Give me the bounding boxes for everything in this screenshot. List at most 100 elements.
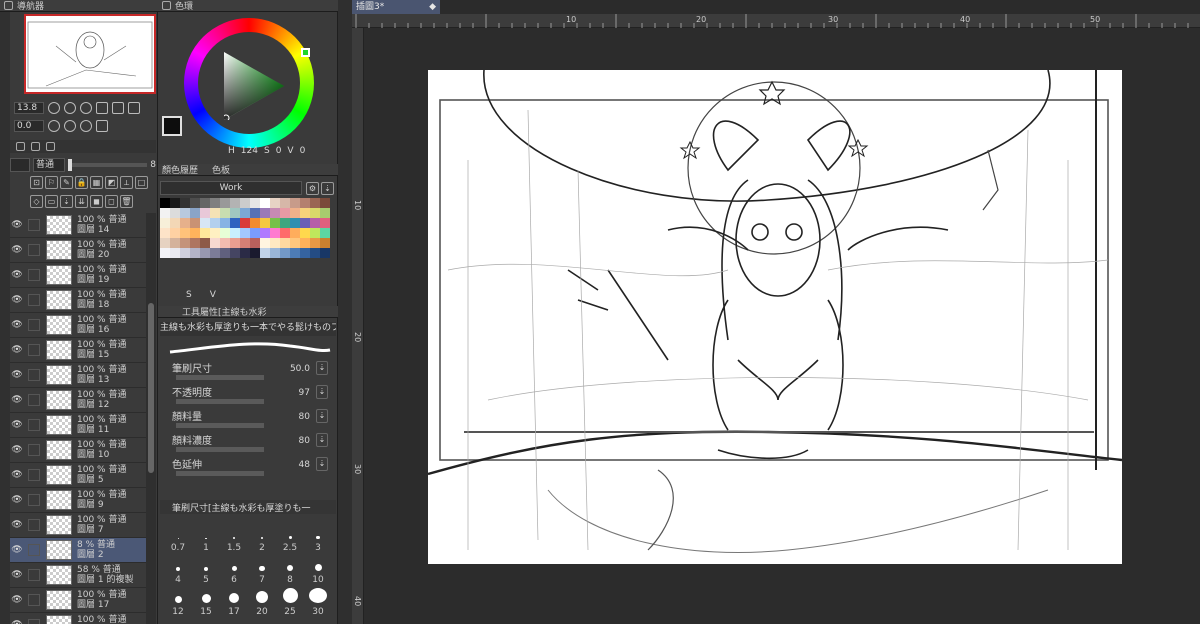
palette-swatch[interactable] xyxy=(310,208,320,218)
layer-row[interactable]: 👁 100 % 普通 圖層 15 xyxy=(10,338,146,363)
palette-swatch[interactable] xyxy=(220,208,230,218)
palette-swatch[interactable] xyxy=(190,218,200,228)
layer-lock-box[interactable] xyxy=(28,219,40,231)
navigator-preview[interactable] xyxy=(24,14,156,94)
eye-icon[interactable]: 👁 xyxy=(10,495,24,505)
tool-property-row[interactable]: 顏料量 80 ⇣ xyxy=(172,408,332,430)
palette-swatch[interactable] xyxy=(280,228,290,238)
reference-layer-icon[interactable]: ⚐ xyxy=(45,176,58,189)
new-vector-layer-icon[interactable]: ◇ xyxy=(30,195,43,208)
layer-row[interactable]: 👁 100 % 普通 圖層 11 xyxy=(10,413,146,438)
eye-icon[interactable]: 👁 xyxy=(10,595,24,605)
brush-size-cell[interactable]: 25 xyxy=(276,588,304,620)
foreground-color-swatch[interactable] xyxy=(162,116,182,136)
blend-mode-select[interactable]: 普通 xyxy=(33,158,65,172)
palette-swatch[interactable] xyxy=(260,208,270,218)
tool-property-value[interactable]: 48 xyxy=(299,460,310,470)
tool-property-toggle-icon[interactable]: ⇣ xyxy=(316,457,328,471)
eye-icon[interactable]: 👁 xyxy=(10,445,24,455)
palette-swatch[interactable] xyxy=(310,238,320,248)
layer-lock-box[interactable] xyxy=(28,544,40,556)
layer-row[interactable]: 👁 100 % 普通 圖層 17 xyxy=(10,588,146,613)
brush-size-cell[interactable]: 0.7 xyxy=(164,524,192,556)
eye-icon[interactable]: 👁 xyxy=(10,320,24,330)
palette-swatch[interactable] xyxy=(220,228,230,238)
palette-swatch[interactable] xyxy=(290,208,300,218)
palette-swatch[interactable] xyxy=(190,248,200,258)
palette-swatch[interactable] xyxy=(180,228,190,238)
color-wheel[interactable] xyxy=(184,18,314,148)
apply-mask-icon[interactable]: ◻ xyxy=(105,195,118,208)
palette-swatch[interactable] xyxy=(190,238,200,248)
lock-layer-icon[interactable]: 🔒 xyxy=(75,176,88,189)
lock-transparent-icon[interactable]: ▦ xyxy=(90,176,103,189)
palette-swatch[interactable] xyxy=(260,248,270,258)
palette-swatch[interactable] xyxy=(260,228,270,238)
tool-property-value[interactable]: 80 xyxy=(299,412,310,422)
layer-lock-box[interactable] xyxy=(28,494,40,506)
eye-icon[interactable]: 👁 xyxy=(10,220,24,230)
brush-size-cell[interactable]: 3 xyxy=(304,524,332,556)
brush-size-cell[interactable]: 12 xyxy=(164,588,192,620)
palette-swatch[interactable] xyxy=(220,218,230,228)
palette-swatch[interactable] xyxy=(160,198,170,208)
palette-swatch[interactable] xyxy=(300,248,310,258)
color-wheel-tab[interactable]: 色環 xyxy=(175,0,193,12)
layer-row[interactable]: 👁 100 % 普通 圖層 18 xyxy=(10,288,146,313)
palette-swatch[interactable] xyxy=(310,218,320,228)
saturation-value-triangle[interactable] xyxy=(224,52,284,120)
ruler-icon[interactable]: ⟂ xyxy=(120,176,133,189)
layer-lock-box[interactable] xyxy=(28,269,40,281)
layer-opacity-thumb[interactable] xyxy=(68,159,72,171)
tool-property-row[interactable]: 不透明度 97 ⇣ xyxy=(172,384,332,406)
palette-swatch[interactable] xyxy=(180,198,190,208)
tool-property-toggle-icon[interactable]: ⇣ xyxy=(316,361,328,375)
layer-lock-box[interactable] xyxy=(28,294,40,306)
brush-size-cell[interactable]: 1 xyxy=(192,524,220,556)
palette-swatch[interactable] xyxy=(230,198,240,208)
combine-layer-icon[interactable]: ⇊ xyxy=(75,195,88,208)
flip-horizontal-icon[interactable] xyxy=(128,102,140,114)
brush-size-cell[interactable]: 2 xyxy=(248,524,276,556)
mask-icon[interactable]: ◩ xyxy=(105,176,118,189)
palette-swatch[interactable] xyxy=(190,208,200,218)
new-raster-layer-icon[interactable]: □ xyxy=(135,176,148,189)
layer-row[interactable]: 👁 100 % 普通 圖層 5 xyxy=(10,463,146,488)
palette-swatch[interactable] xyxy=(300,228,310,238)
close-tab-icon[interactable]: ◆ xyxy=(429,0,436,14)
eye-icon[interactable]: 👁 xyxy=(10,245,24,255)
layer-row[interactable]: 👁 100 % 普通 圖層 14 xyxy=(10,213,146,238)
palette-swatch[interactable] xyxy=(210,198,220,208)
palette-swatch[interactable] xyxy=(310,228,320,238)
tool-property-value[interactable]: 80 xyxy=(299,436,310,446)
palette-swatch[interactable] xyxy=(270,238,280,248)
eye-icon[interactable]: 👁 xyxy=(10,295,24,305)
palette-swatch[interactable] xyxy=(320,238,330,248)
tool-property-value[interactable]: 97 xyxy=(299,388,310,398)
palette-swatch[interactable] xyxy=(280,248,290,258)
layer-lock-box[interactable] xyxy=(28,594,40,606)
palette-swatch[interactable] xyxy=(170,198,180,208)
tool-property-slider[interactable] xyxy=(176,399,264,404)
layer-lock-box[interactable] xyxy=(28,394,40,406)
clip-layer-icon[interactable]: ⊡ xyxy=(30,176,43,189)
layer-row[interactable]: 👁 100 % 普通 圖層 13 xyxy=(10,363,146,388)
palette-swatch[interactable] xyxy=(210,238,220,248)
palette-swatch[interactable] xyxy=(260,238,270,248)
palette-swatch[interactable] xyxy=(190,228,200,238)
palette-swatch[interactable] xyxy=(310,198,320,208)
palette-swatch[interactable] xyxy=(180,218,190,228)
eye-icon[interactable]: 👁 xyxy=(10,570,24,580)
palette-swatch[interactable] xyxy=(300,218,310,228)
layer-lock-box[interactable] xyxy=(28,244,40,256)
palette-swatch[interactable] xyxy=(260,218,270,228)
color-history-tab[interactable]: 顏色履歷 xyxy=(162,163,198,176)
layer-row[interactable]: 👁 100 % 普通 圖層 9 xyxy=(10,488,146,513)
layer-row[interactable]: 👁 100 % 普通 圖層 12 xyxy=(10,388,146,413)
drawing-canvas[interactable] xyxy=(428,70,1122,564)
palette-swatch[interactable] xyxy=(290,198,300,208)
layer-row[interactable]: 👁 100 % 普通 圖層 16 xyxy=(10,313,146,338)
palette-swatch[interactable] xyxy=(160,228,170,238)
brush-size-cell[interactable]: 20 xyxy=(248,588,276,620)
palette-swatch[interactable] xyxy=(280,198,290,208)
